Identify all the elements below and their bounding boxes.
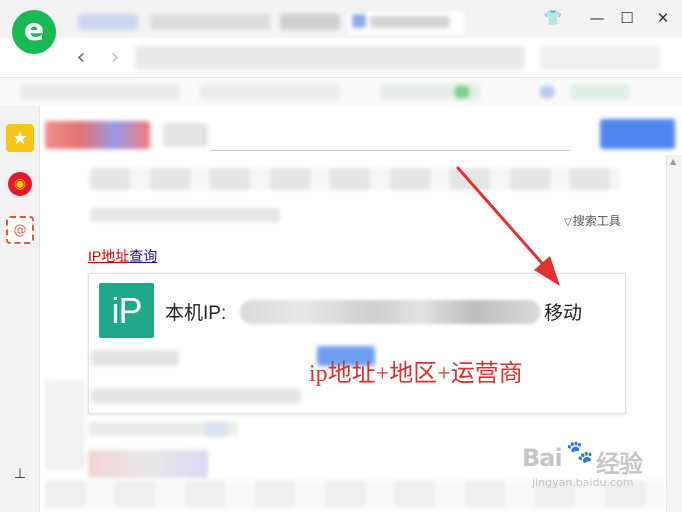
maximize-button[interactable]: ☐: [614, 6, 640, 30]
close-button[interactable]: ✕: [650, 6, 676, 30]
sidebar: ★ ◉ @ ⊥: [0, 106, 40, 512]
forward-button[interactable]: ›: [102, 44, 128, 70]
skin-icon[interactable]: 👕: [540, 6, 566, 30]
tool-icon[interactable]: ⊥: [6, 460, 34, 488]
logo-letter: e: [23, 12, 45, 48]
search-input[interactable]: [210, 150, 570, 151]
scroll-up-icon[interactable]: ▲: [670, 157, 676, 166]
browser-logo-icon[interactable]: e: [12, 10, 56, 54]
result-title-rest[interactable]: 查询: [129, 248, 157, 264]
result-thumb[interactable]: [88, 450, 208, 478]
carrier-label: 移动: [544, 303, 583, 324]
mail-icon[interactable]: @: [6, 216, 34, 244]
annotation-text: ip地址+地区+运营商: [309, 361, 523, 387]
search-header: [45, 115, 675, 153]
baidu-watermark: Bai 🐾 经验 jingyan.baidu.com: [522, 438, 672, 498]
result-count: [90, 208, 280, 222]
watermark-brand: Bai: [522, 444, 563, 472]
address-bar: ‹ ›: [0, 38, 682, 78]
ip-result-card: [88, 273, 626, 414]
paw-icon: 🐾: [566, 440, 594, 465]
search-button[interactable]: [600, 119, 675, 149]
ip-badge-icon: iP: [99, 283, 154, 338]
title-bar: 👕 — ☐ ✕: [0, 0, 682, 38]
search-tabs[interactable]: [90, 168, 620, 190]
search-tools-label: 搜索工具: [572, 214, 621, 228]
weibo-icon[interactable]: ◉: [6, 170, 34, 198]
ip-value-redacted: [240, 300, 540, 324]
watermark-domain: jingyan.baidu.com: [532, 476, 634, 489]
watermark-tail: 经验: [596, 450, 643, 478]
tab-strip[interactable]: [70, 8, 470, 38]
weibo-glyph: ◉: [8, 172, 32, 196]
search-tools-button[interactable]: ▽搜索工具: [564, 212, 621, 229]
filter-icon: ▽: [564, 217, 572, 228]
result-title-keyword[interactable]: IP地址: [88, 248, 129, 264]
back-button[interactable]: ‹: [68, 44, 94, 70]
url-actions[interactable]: [540, 46, 660, 70]
star-icon[interactable]: ★: [6, 124, 34, 152]
bookmarks-bar: [0, 78, 682, 106]
result-title-link[interactable]: IP地址查询: [88, 246, 157, 266]
minimize-button[interactable]: —: [584, 6, 610, 30]
ip-label: 本机IP:: [165, 303, 227, 324]
url-field[interactable]: [135, 46, 525, 70]
